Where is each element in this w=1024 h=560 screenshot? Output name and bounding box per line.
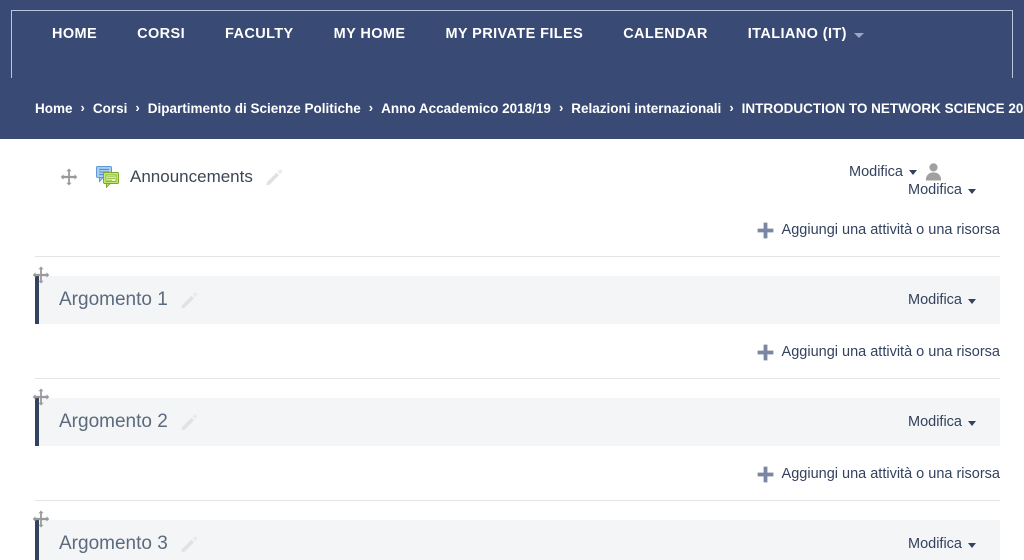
section-title-argomento-2[interactable]: Argomento 2: [59, 411, 168, 433]
breadcrumb-item-home[interactable]: Home: [35, 101, 73, 116]
nav-item-label: FACULTY: [225, 26, 294, 42]
breadcrumb-item-anno-accademico[interactable]: Anno Accademico 2018/19: [381, 101, 551, 116]
section-edit-menu-argomento-1[interactable]: Modifica: [908, 292, 976, 308]
section-edit-menu-label: Modifica: [908, 182, 962, 198]
section-header-argomento-3: Argomento 3 Modifica: [32, 510, 1000, 560]
pencil-edit-icon[interactable]: [179, 290, 199, 310]
course-section-announcements: Announcements Modifica Modifica Aggiungi…: [0, 153, 1024, 257]
chevron-down-icon: [968, 542, 976, 548]
chevron-down-icon: [909, 170, 917, 175]
course-content: Announcements Modifica Modifica Aggiungi…: [0, 153, 1024, 560]
nav-item-label: MY PRIVATE FILES: [445, 26, 584, 42]
breadcrumb-separator-icon: ›: [368, 100, 374, 115]
plus-icon: [757, 466, 774, 483]
add-activity-row-argomento-2: Aggiungi una attività o una risorsa: [0, 457, 1024, 491]
breadcrumb-item-dipartimento[interactable]: Dipartimento di Scienze Politiche: [148, 101, 361, 116]
chevron-down-icon: [968, 420, 976, 426]
add-activity-link[interactable]: Aggiungi una attività o una risorsa: [757, 466, 1000, 483]
nav-item-home[interactable]: HOME: [52, 26, 97, 42]
breadcrumb-separator-icon: ›: [80, 100, 85, 115]
nav-item-label: CORSI: [137, 26, 186, 42]
nav-item-faculty[interactable]: FACULTY: [225, 26, 294, 42]
breadcrumb-separator-icon: ›: [558, 100, 564, 115]
nav-item-calendar[interactable]: CALENDAR: [623, 26, 708, 42]
section-divider: [35, 500, 1000, 501]
chevron-down-icon: [968, 188, 976, 194]
add-activity-link[interactable]: Aggiungi una attività o una risorsa: [757, 344, 1000, 361]
section-edit-menu-label: Modifica: [908, 414, 962, 430]
course-section-argomento-3: Argomento 3 Modifica Aggiungi una: [0, 510, 1024, 560]
nav-item-my-home[interactable]: MY HOME: [334, 26, 406, 42]
activity-edit-menu-label: Modifica: [849, 163, 903, 180]
activity-row-announcements: Announcements Modifica Modifica: [35, 153, 1000, 201]
top-navigation-bar: HOME CORSI FACULTY MY HOME MY PRIVATE FI…: [0, 0, 1024, 78]
add-activity-row-announcements: Aggiungi una attività o una risorsa: [0, 213, 1024, 247]
move-icon[interactable]: [32, 388, 50, 406]
section-header-argomento-2: Argomento 2 Modifica: [32, 388, 1000, 446]
add-activity-row-argomento-1: Aggiungi una attività o una risorsa: [0, 335, 1024, 369]
section-header-argomento-1: Argomento 1 Modifica: [32, 266, 1000, 324]
nav-item-corsi[interactable]: CORSI: [137, 26, 185, 42]
move-icon[interactable]: [32, 266, 50, 284]
add-activity-label: Aggiungi una attività o una risorsa: [781, 222, 1000, 238]
nav-item-label: MY HOME: [333, 26, 406, 42]
plus-icon: [757, 344, 774, 361]
section-title-argomento-3[interactable]: Argomento 3: [59, 533, 168, 555]
plus-icon: [757, 222, 774, 239]
forum-icon: [96, 166, 120, 189]
section-edit-menu-label: Modifica: [908, 292, 962, 308]
user-icon: [924, 162, 943, 181]
nav-item-label: ITALIANO (IT): [747, 26, 847, 42]
nav-item-my-private-files[interactable]: MY PRIVATE FILES: [445, 26, 583, 42]
pencil-edit-icon[interactable]: [264, 167, 284, 187]
nav-item-label: CALENDAR: [623, 26, 708, 42]
nav-item-language-selector[interactable]: ITALIANO (IT): [748, 26, 864, 42]
breadcrumb-item-relazioni-internazionali[interactable]: Relazioni internazionali: [571, 101, 721, 116]
section-edit-menu-argomento-3[interactable]: Modifica: [908, 536, 976, 552]
chevron-down-icon: [853, 32, 864, 38]
section-divider: [35, 256, 1000, 257]
move-icon[interactable]: [32, 510, 50, 528]
move-icon[interactable]: [60, 168, 78, 186]
nav-item-label: HOME: [52, 26, 98, 42]
chevron-down-icon: [968, 298, 976, 304]
section-edit-menu-label: Modifica: [908, 536, 962, 552]
pencil-edit-icon[interactable]: [179, 534, 199, 554]
breadcrumb-item-corsi[interactable]: Corsi: [93, 101, 128, 116]
activity-edit-menu-announcements[interactable]: Modifica: [849, 162, 943, 181]
course-section-argomento-1: Argomento 1 Modifica Aggiungi una attivi…: [0, 266, 1024, 379]
section-edit-menu-argomento-2[interactable]: Modifica: [908, 414, 976, 430]
breadcrumb-separator-icon: ›: [729, 100, 734, 115]
pencil-edit-icon[interactable]: [179, 412, 199, 432]
course-section-argomento-2: Argomento 2 Modifica Aggiungi una attivi…: [0, 388, 1024, 501]
breadcrumb: Home › Corsi › Dipartimento di Scienze P…: [0, 77, 1024, 139]
section-title-argomento-1[interactable]: Argomento 1: [59, 289, 168, 311]
nav-item-list: HOME CORSI FACULTY MY HOME MY PRIVATE FI…: [0, 26, 1024, 42]
add-activity-label: Aggiungi una attività o una risorsa: [781, 466, 1000, 482]
section-divider: [35, 378, 1000, 379]
add-activity-label: Aggiungi una attività o una risorsa: [781, 344, 1000, 360]
add-activity-link[interactable]: Aggiungi una attività o una risorsa: [757, 222, 1000, 239]
section-edit-menu-announcements[interactable]: Modifica: [908, 182, 976, 198]
navbar-inset-border: [11, 10, 1013, 78]
activity-name-announcements[interactable]: Announcements: [130, 167, 253, 187]
breadcrumb-item-current-course: INTRODUCTION TO NETWORK SCIENCE 2018/201…: [741, 100, 1024, 116]
breadcrumb-separator-icon: ›: [135, 100, 140, 115]
